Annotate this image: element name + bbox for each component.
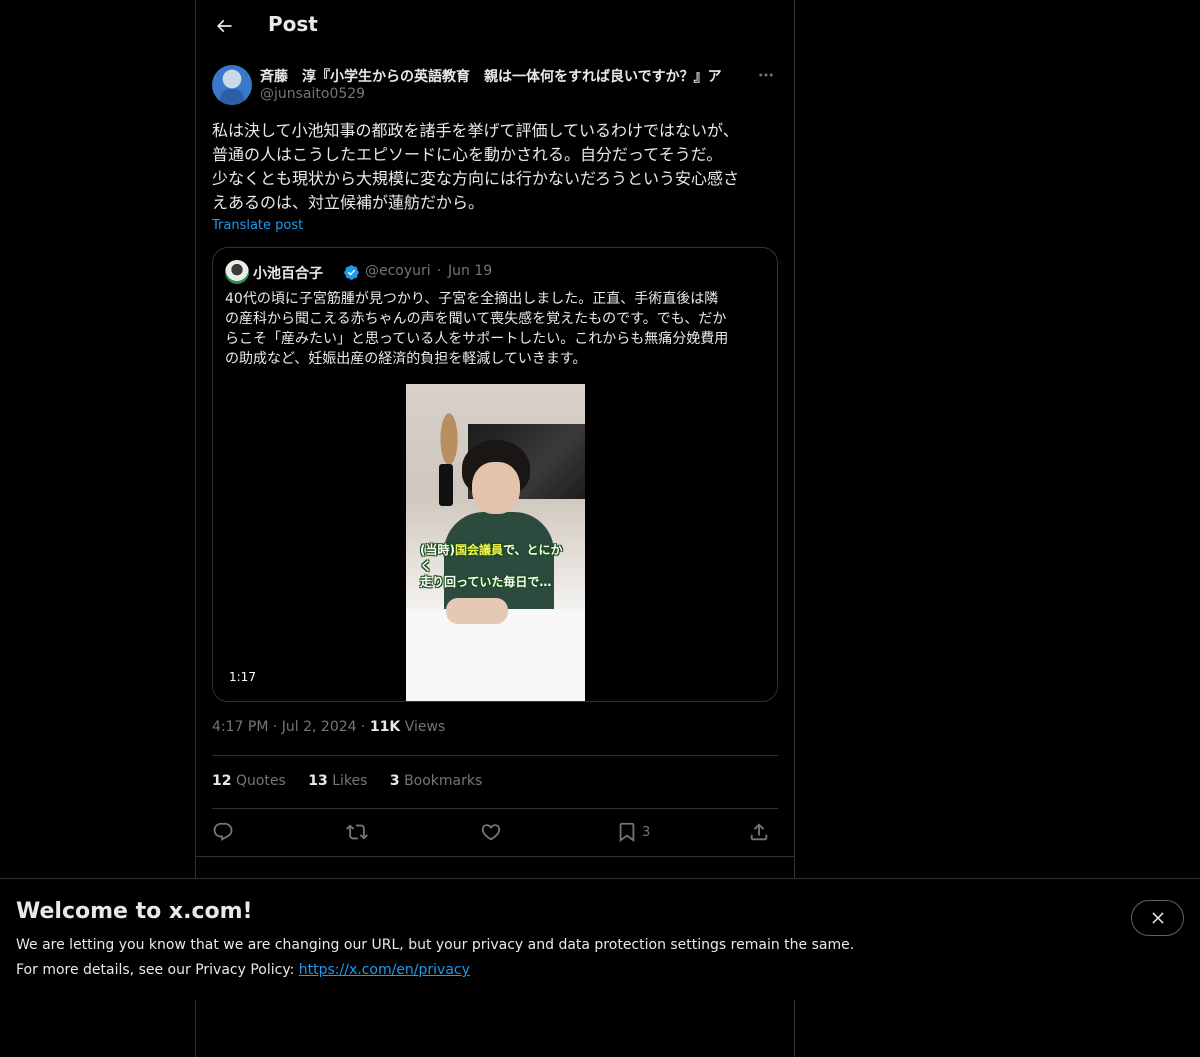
separator-dot: · [361, 719, 366, 735]
likes-count: 13 [308, 773, 328, 789]
video-caption-line2: 走り回っていた毎日で… [420, 575, 552, 589]
quoted-author-name[interactable]: 小池百合子 [253, 263, 323, 283]
bookmark-button[interactable]: 3 [616, 820, 650, 844]
share-button[interactable] [748, 820, 770, 844]
video-caption-highlight: 国会議員 [454, 543, 503, 557]
page-title: Post [268, 12, 318, 36]
author-name[interactable]: 斉藤 淳『小学生からの英語教育 親は一体何をすれば良いですか？』ア [260, 66, 756, 86]
banner-details: For more details, see our Privacy Policy… [16, 962, 470, 978]
post-time[interactable]: 4:17 PM [212, 719, 268, 735]
bookmarks-count: 3 [389, 773, 400, 789]
action-bar: 3 [212, 820, 778, 844]
repost-button[interactable] [346, 820, 368, 844]
video-duration: 1:17 [225, 668, 260, 686]
more-icon [759, 73, 773, 77]
quoted-post-date[interactable]: Jun 19 [448, 263, 492, 279]
bookmarks-stat[interactable]: 3 Bookmarks [390, 773, 482, 789]
post-text: 私は決して小池知事の都政を諸手を挙げて評価しているわけではないが、 普通の人はこ… [212, 121, 740, 212]
video-plant [434, 394, 464, 469]
arrow-left-icon [216, 19, 232, 33]
separator-dot: · [437, 263, 442, 279]
back-button[interactable] [206, 8, 242, 44]
video-caption-prefix: (当時) [420, 543, 455, 557]
banner-message: We are letting you know that we are chan… [16, 937, 855, 953]
share-icon [750, 823, 768, 841]
views-label: Views [404, 719, 446, 735]
likes-stat[interactable]: 13 Likes [308, 773, 367, 789]
repost-icon [346, 824, 368, 840]
video-person-hands [446, 598, 508, 624]
avatar-figure [220, 89, 244, 105]
quoted-avatar[interactable] [225, 260, 249, 284]
views-count: 11K [369, 719, 401, 735]
reply-button[interactable] [212, 820, 234, 844]
post-meta: 4:17 PM · Jul 2, 2024 · 11K Views [212, 719, 445, 735]
banner-details-text: For more details, see our Privacy Policy… [16, 962, 299, 978]
bookmark-icon [619, 822, 635, 843]
video-thumbnail[interactable]: (当時)国会議員で、とにかく 走り回っていた毎日で… [406, 384, 585, 701]
quotes-label: Quotes [235, 773, 286, 789]
close-icon [1151, 912, 1164, 924]
quoted-post-text: 40代の頃に子宮筋腫が見つかり、子宮を全摘出しました。正直、手術直後は隣 の産科… [225, 291, 729, 367]
like-icon [481, 824, 501, 841]
video-vase [439, 464, 453, 506]
author-handle[interactable]: @junsaito0529 [260, 86, 365, 102]
reply-icon [213, 822, 233, 841]
video-caption: (当時)国会議員で、とにかく 走り回っていた毎日で… [420, 542, 570, 590]
verified-icon [344, 265, 359, 280]
like-button[interactable] [480, 820, 502, 844]
avatar[interactable] [212, 65, 252, 105]
more-button[interactable] [754, 64, 778, 86]
likes-label: Likes [332, 773, 368, 789]
quotes-stat[interactable]: 12 Quotes [212, 773, 286, 789]
privacy-policy-link[interactable]: https://x.com/en/privacy [299, 962, 470, 978]
bookmark-count: 3 [642, 824, 651, 840]
quoted-post[interactable]: 小池百合子 @ecoyuri · Jun 19 40代の頃に子宮筋腫が見つかり、… [212, 247, 778, 702]
page: Post 斉藤 淳『小学生からの英語教育 親は一体何をすれば良いですか？』ア @… [0, 0, 1200, 1057]
video-person-face [472, 462, 520, 514]
post-date[interactable]: Jul 2, 2024 [282, 719, 357, 735]
quoted-author-handle[interactable]: @ecoyuri [365, 263, 431, 279]
quoted-post-header: 小池百合子 @ecoyuri · Jun 19 [225, 260, 765, 284]
quotes-count: 12 [212, 773, 232, 789]
separator-dot: · [272, 719, 278, 735]
translate-post-link[interactable]: Translate post [212, 218, 303, 233]
divider [212, 808, 778, 809]
post-author: 斉藤 淳『小学生からの英語教育 親は一体何をすれば良いですか？』ア @junsa… [212, 64, 778, 108]
post-header: Post [196, 0, 794, 53]
bookmarks-label: Bookmarks [404, 773, 483, 789]
divider [196, 856, 794, 857]
quoted-video[interactable]: (当時)国会議員で、とにかく 走り回っていた毎日で… 1:17 [213, 384, 777, 701]
url-change-banner: Welcome to x.com! We are letting you kno… [0, 878, 1200, 1000]
close-banner-button[interactable] [1131, 900, 1184, 936]
divider [212, 755, 778, 756]
post-stats: 12 Quotes 13 Likes 3 Bookmarks [212, 773, 500, 789]
banner-title: Welcome to x.com! [16, 899, 253, 924]
